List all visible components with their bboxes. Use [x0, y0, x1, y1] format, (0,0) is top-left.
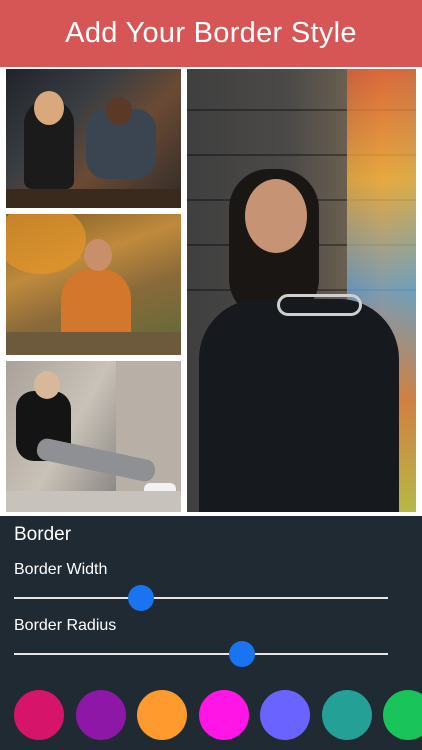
color-swatch[interactable] — [383, 690, 422, 740]
border-radius-label: Border Radius — [14, 617, 117, 634]
border-radius-slider-thumb[interactable] — [229, 641, 256, 667]
color-swatch[interactable] — [260, 690, 310, 740]
border-settings-panel: Border Border Width Border Radius — [0, 516, 422, 750]
page-title: Add Your Border Style — [65, 17, 357, 49]
person-head-shape — [106, 97, 132, 125]
table-shape — [6, 189, 181, 208]
border-width-label: Border Width — [14, 561, 108, 578]
man-sitting-sneakers-photo[interactable] — [6, 361, 181, 512]
color-swatch[interactable] — [75, 690, 126, 740]
border-width-slider-thumb[interactable] — [128, 585, 155, 611]
color-swatch[interactable] — [14, 690, 64, 740]
border-radius-slider-track[interactable] — [14, 653, 388, 655]
color-swatch[interactable] — [321, 690, 372, 740]
ground-shape — [6, 332, 181, 355]
person-head-shape — [34, 91, 64, 125]
woman-holding-sunglasses-photo[interactable] — [187, 69, 416, 512]
friends-toasting-photo[interactable] — [6, 69, 181, 208]
ground-shape — [6, 491, 181, 512]
person-head-shape — [34, 371, 60, 399]
woman-floral-dress-photo[interactable] — [6, 214, 181, 355]
color-swatch[interactable] — [198, 690, 249, 740]
person-head-shape — [245, 179, 307, 253]
jacket-shape — [199, 299, 399, 512]
sunglasses-shape — [277, 294, 362, 316]
photo-collage — [0, 67, 422, 516]
color-swatch[interactable] — [137, 690, 187, 740]
panel-title: Border — [14, 524, 72, 545]
app-header: Add Your Border Style — [0, 0, 422, 67]
foliage-shape — [6, 214, 86, 274]
person-head-shape — [84, 239, 112, 271]
border-width-slider-track[interactable] — [14, 597, 388, 599]
color-swatch-row — [0, 690, 422, 740]
